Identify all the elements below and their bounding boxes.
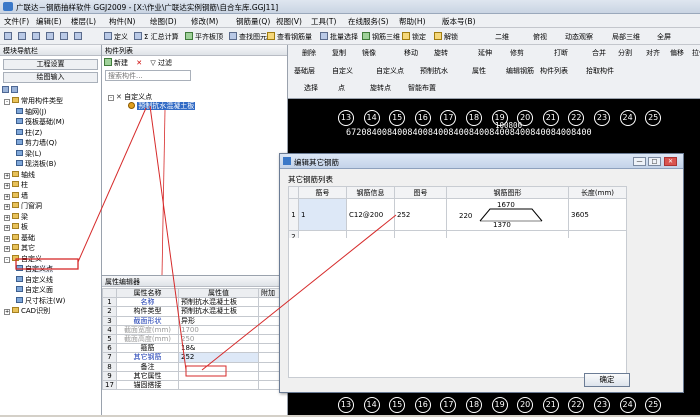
annotation-arrow: [77, 107, 147, 263]
highlight-box: [185, 365, 227, 377]
annotation-overlay: [15, 105, 397, 377]
highlight-box: [15, 258, 79, 270]
annotation-arrow: [161, 109, 166, 276]
annotation-arrow: [201, 214, 397, 371]
annotation-arrow: [149, 105, 187, 371]
